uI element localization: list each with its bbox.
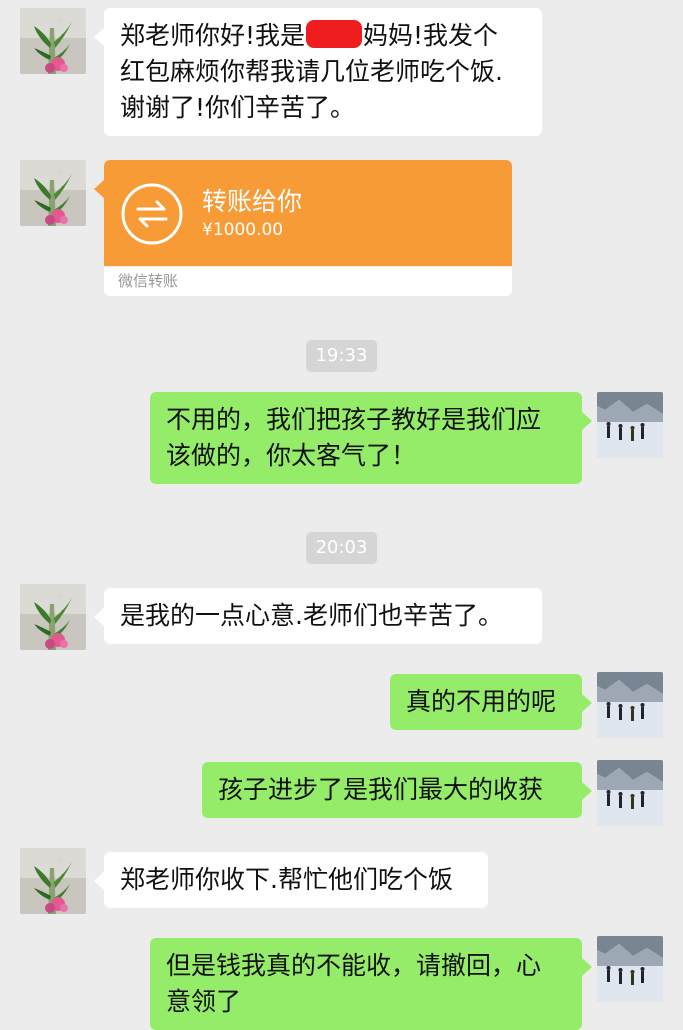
timestamp: 19:33 xyxy=(305,340,378,372)
timestamp: 20:03 xyxy=(305,532,378,564)
transfer-card-footer: 微信转账 xyxy=(104,266,512,296)
message-bubble-incoming[interactable]: 郑老师你收下.帮忙他们吃个饭 xyxy=(94,852,488,908)
message-text: 真的不用的呢 xyxy=(406,687,557,716)
my-avatar[interactable] xyxy=(597,672,663,738)
contact-avatar[interactable] xyxy=(20,8,86,74)
my-avatar[interactable] xyxy=(597,392,663,458)
flower-vase-avatar-icon xyxy=(20,584,86,650)
message-bubble-outgoing[interactable]: 孩子进步了是我们最大的收获 xyxy=(202,762,592,818)
message-bubble-incoming[interactable]: 是我的一点心意.老师们也辛苦了。 xyxy=(94,588,542,644)
message-text: 郑老师你好!我是 xyxy=(120,21,306,50)
message-bubble-outgoing[interactable]: 真的不用的呢 xyxy=(390,674,592,730)
message-bubble-incoming[interactable]: 郑老师你好!我是 妈妈!我发个 红包麻烦你帮我请几位老师吃个饭. 谢谢了!你们辛苦… xyxy=(94,8,542,136)
snow-hikers-avatar-icon xyxy=(597,672,663,738)
message-text: 孩子进步了是我们最大的收获 xyxy=(218,775,544,804)
snow-hikers-avatar-icon xyxy=(597,760,663,826)
flower-vase-avatar-icon xyxy=(20,8,86,74)
transfer-title: 转账给你 xyxy=(202,187,303,216)
transfer-card-body: 转账给你 ¥1000.00 xyxy=(104,160,512,266)
message-text: 郑老师你收下.帮忙他们吃个饭 xyxy=(120,865,453,894)
my-avatar[interactable] xyxy=(597,760,663,826)
message-text: 但是钱我真的不能收，请撤回，心 意领了 xyxy=(166,951,542,1016)
message-text: 不用的，我们把孩子教好是我们应 该做的，你太客气了！ xyxy=(166,405,542,470)
message-bubble-outgoing[interactable]: 但是钱我真的不能收，请撤回，心 意领了 xyxy=(150,938,592,1030)
snow-hikers-avatar-icon xyxy=(597,392,663,458)
contact-avatar[interactable] xyxy=(20,160,86,226)
transfer-amount: ¥1000.00 xyxy=(202,220,284,240)
transfer-source-label: 微信转账 xyxy=(118,272,179,290)
my-avatar[interactable] xyxy=(597,936,663,1002)
flower-vase-avatar-icon xyxy=(20,848,86,914)
transfer-arrows-icon xyxy=(121,183,183,245)
snow-hikers-avatar-icon xyxy=(597,936,663,1002)
contact-avatar[interactable] xyxy=(20,848,86,914)
contact-avatar[interactable] xyxy=(20,584,86,650)
message-bubble-outgoing[interactable]: 不用的，我们把孩子教好是我们应 该做的，你太客气了！ xyxy=(150,392,592,484)
transfer-card[interactable]: 转账给你 ¥1000.00 微信转账 xyxy=(94,160,512,296)
flower-vase-avatar-icon xyxy=(20,160,86,226)
message-text: 是我的一点心意.老师们也辛苦了。 xyxy=(120,601,503,630)
redaction-mark xyxy=(306,20,363,48)
